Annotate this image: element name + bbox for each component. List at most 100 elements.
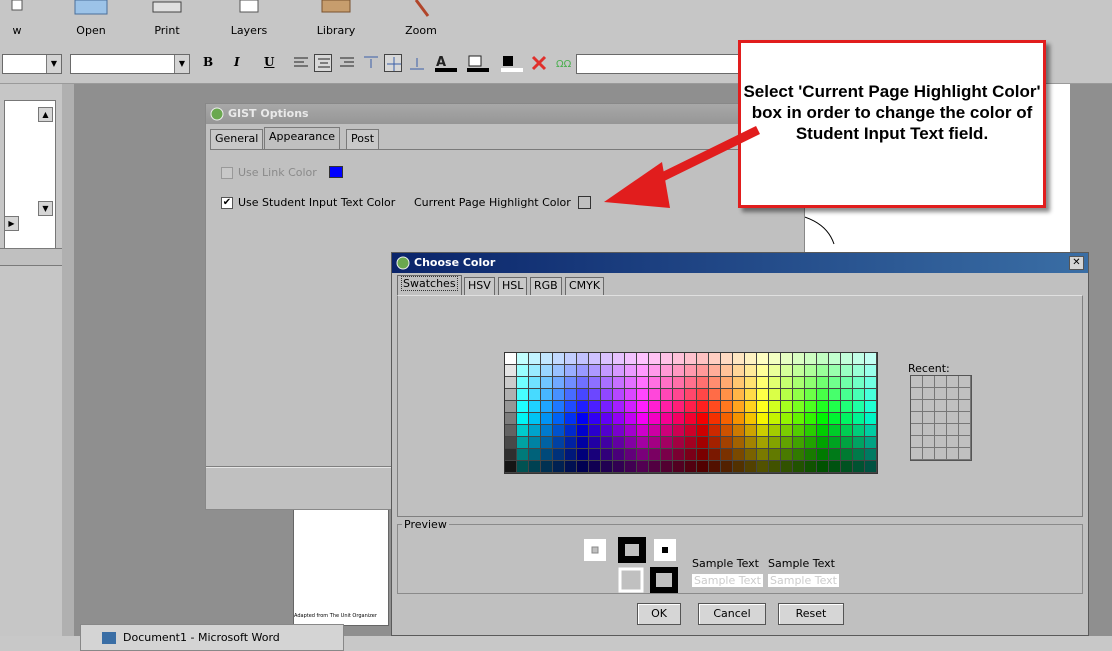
recent-swatch[interactable] <box>959 436 971 448</box>
color-swatch[interactable] <box>661 401 673 413</box>
valign-bottom-icon[interactable] <box>408 54 426 72</box>
color-swatch[interactable] <box>529 377 541 389</box>
reset-button[interactable]: Reset <box>778 603 844 625</box>
color-swatch[interactable] <box>865 425 877 437</box>
color-swatch[interactable] <box>733 365 745 377</box>
color-swatch[interactable] <box>769 353 781 365</box>
color-swatch[interactable] <box>541 365 553 377</box>
italic-button[interactable]: I <box>234 55 240 69</box>
color-swatch[interactable] <box>865 401 877 413</box>
color-swatch[interactable] <box>529 461 541 473</box>
color-swatch[interactable] <box>853 413 865 425</box>
color-swatch[interactable] <box>613 437 625 449</box>
color-swatch[interactable] <box>673 353 685 365</box>
color-swatch[interactable] <box>601 377 613 389</box>
color-swatch[interactable] <box>589 365 601 377</box>
underline-button[interactable]: U <box>264 55 274 69</box>
color-swatch[interactable] <box>625 389 637 401</box>
color-swatch[interactable] <box>541 401 553 413</box>
color-swatch[interactable] <box>721 449 733 461</box>
color-swatch[interactable] <box>805 449 817 461</box>
color-swatch[interactable] <box>529 425 541 437</box>
color-swatch[interactable] <box>577 401 589 413</box>
color-swatch[interactable] <box>817 449 829 461</box>
color-swatch[interactable] <box>733 377 745 389</box>
color-swatch[interactable] <box>649 401 661 413</box>
color-swatch[interactable] <box>805 437 817 449</box>
color-swatch[interactable] <box>805 413 817 425</box>
color-swatch[interactable] <box>769 377 781 389</box>
color-swatch[interactable] <box>817 401 829 413</box>
recent-swatch[interactable] <box>935 388 947 400</box>
color-swatch[interactable] <box>781 389 793 401</box>
color-swatch[interactable] <box>541 377 553 389</box>
color-swatch[interactable] <box>757 461 769 473</box>
color-swatch[interactable] <box>733 401 745 413</box>
recent-swatch[interactable] <box>923 376 935 388</box>
color-swatch[interactable] <box>505 449 517 461</box>
color-swatch[interactable] <box>745 365 757 377</box>
color-swatch[interactable] <box>553 461 565 473</box>
swatch-grid[interactable] <box>504 352 878 474</box>
color-swatch[interactable] <box>781 413 793 425</box>
library-button[interactable]: Library <box>306 0 366 44</box>
color-swatch[interactable] <box>565 389 577 401</box>
color-swatch[interactable] <box>733 353 745 365</box>
open-button[interactable]: Open <box>66 0 116 44</box>
spell-icon[interactable]: ΩΩ <box>554 54 572 72</box>
color-swatch[interactable] <box>781 437 793 449</box>
valign-middle-icon[interactable] <box>384 54 402 72</box>
color-swatch[interactable] <box>829 461 841 473</box>
color-swatch[interactable] <box>757 377 769 389</box>
recent-swatch[interactable] <box>947 448 959 460</box>
color-swatch[interactable] <box>793 365 805 377</box>
color-swatch[interactable] <box>553 449 565 461</box>
color-swatch[interactable] <box>577 437 589 449</box>
color-swatch[interactable] <box>805 401 817 413</box>
color-swatch[interactable] <box>733 425 745 437</box>
color-swatch[interactable] <box>769 449 781 461</box>
color-swatch[interactable] <box>577 449 589 461</box>
color-swatch[interactable] <box>721 401 733 413</box>
color-swatch[interactable] <box>613 413 625 425</box>
color-swatch[interactable] <box>505 461 517 473</box>
color-swatch[interactable] <box>709 425 721 437</box>
color-swatch[interactable] <box>541 449 553 461</box>
color-swatch[interactable] <box>589 389 601 401</box>
color-swatch[interactable] <box>565 437 577 449</box>
zoom-button[interactable]: Zoom <box>398 0 444 44</box>
color-swatch[interactable] <box>649 461 661 473</box>
line-color-icon[interactable] <box>500 54 524 72</box>
size-field[interactable] <box>576 54 746 74</box>
color-swatch[interactable] <box>505 437 517 449</box>
color-swatch[interactable] <box>613 377 625 389</box>
color-swatch[interactable] <box>625 377 637 389</box>
recent-swatch[interactable] <box>923 448 935 460</box>
color-swatch[interactable] <box>733 449 745 461</box>
color-swatch[interactable] <box>589 353 601 365</box>
color-swatch[interactable] <box>649 437 661 449</box>
color-swatch[interactable] <box>637 389 649 401</box>
color-swatch[interactable] <box>529 413 541 425</box>
color-swatch[interactable] <box>661 425 673 437</box>
color-swatch[interactable] <box>793 353 805 365</box>
color-swatch[interactable] <box>529 365 541 377</box>
bold-button[interactable]: B <box>203 55 213 69</box>
color-swatch[interactable] <box>841 449 853 461</box>
color-swatch[interactable] <box>601 401 613 413</box>
color-swatch[interactable] <box>517 353 529 365</box>
recent-swatch[interactable] <box>935 412 947 424</box>
color-swatch[interactable] <box>673 377 685 389</box>
color-swatch[interactable] <box>505 413 517 425</box>
color-swatch[interactable] <box>685 353 697 365</box>
color-swatch[interactable] <box>541 353 553 365</box>
color-swatch[interactable] <box>673 389 685 401</box>
chevron-down-icon[interactable]: ▼ <box>174 55 189 73</box>
color-swatch[interactable] <box>841 401 853 413</box>
color-swatch[interactable] <box>673 461 685 473</box>
color-swatch[interactable] <box>541 425 553 437</box>
color-swatch[interactable] <box>757 437 769 449</box>
ok-button[interactable]: OK <box>637 603 681 625</box>
align-left-icon[interactable] <box>292 54 310 72</box>
color-swatch[interactable] <box>613 425 625 437</box>
